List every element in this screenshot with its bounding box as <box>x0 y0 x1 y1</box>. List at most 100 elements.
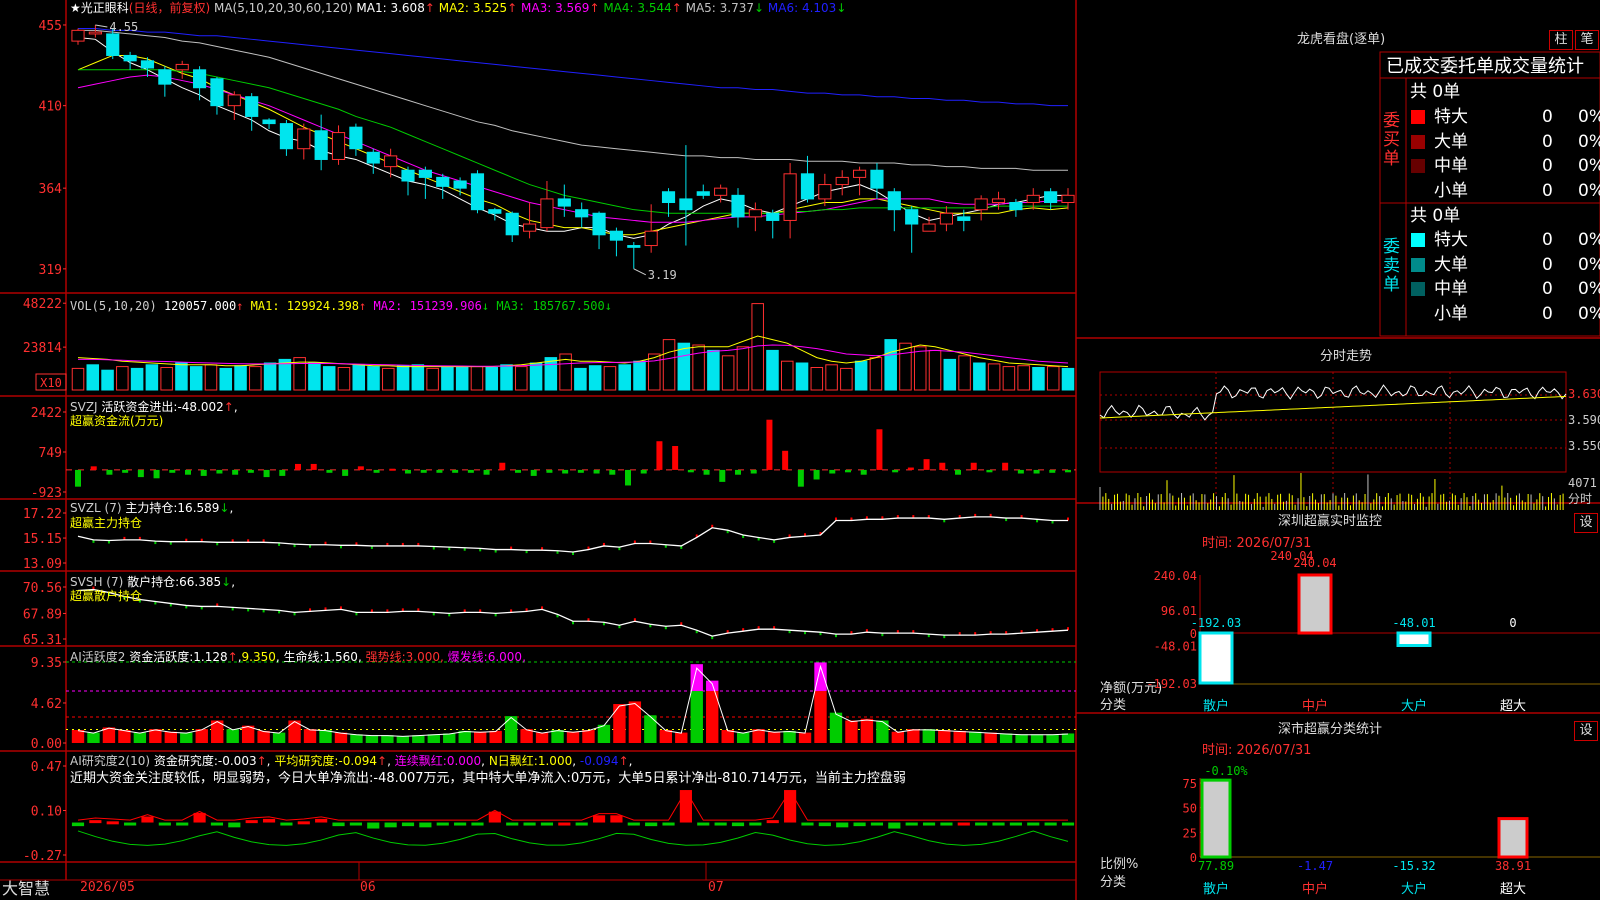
volume-bar[interactable] <box>234 365 247 391</box>
ai1-bar[interactable] <box>133 732 147 743</box>
ai2-bar[interactable] <box>836 822 849 828</box>
ai2-bar[interactable] <box>1061 822 1075 826</box>
ai1-bar[interactable] <box>87 732 100 743</box>
ai1-bar[interactable] <box>659 730 672 743</box>
volume-bar[interactable] <box>677 342 691 391</box>
volume-bar[interactable] <box>411 364 425 391</box>
svzj-bar[interactable] <box>1049 469 1056 473</box>
ai1-bar[interactable] <box>303 729 317 743</box>
ai2-bar[interactable] <box>575 822 588 826</box>
volume-bar[interactable] <box>101 369 114 391</box>
volume-bar[interactable] <box>441 366 454 391</box>
ai2-bar[interactable] <box>957 822 970 826</box>
ai2-bar[interactable] <box>297 821 310 825</box>
ai1-bar[interactable] <box>860 718 874 743</box>
svzj-bar[interactable] <box>483 469 490 475</box>
volume-bar[interactable] <box>426 367 439 391</box>
volume-bar[interactable] <box>86 364 100 391</box>
ai2-bar[interactable] <box>731 822 745 827</box>
volume-bar[interactable] <box>707 349 720 391</box>
ai2-bar[interactable] <box>610 815 623 823</box>
ai1-bar[interactable] <box>272 732 286 743</box>
volume-bar[interactable] <box>219 367 233 391</box>
volume-bar[interactable] <box>854 360 868 391</box>
volume-bar[interactable] <box>1002 366 1016 391</box>
volume-bar[interactable] <box>367 366 380 391</box>
candle-body[interactable] <box>939 212 953 225</box>
volume-bar[interactable] <box>71 367 85 391</box>
stock-title[interactable]: ★光正眼科 <box>70 1 129 15</box>
candle-body[interactable] <box>905 209 919 225</box>
ai2-bar[interactable] <box>870 822 884 826</box>
ai1-bar[interactable] <box>876 720 889 743</box>
ai1-bar[interactable] <box>180 732 193 743</box>
volume-bar[interactable] <box>736 346 750 391</box>
candle-body[interactable] <box>366 151 380 164</box>
svzj-bar[interactable] <box>515 469 521 473</box>
svzj-bar[interactable] <box>562 469 569 474</box>
svzj-bar[interactable] <box>577 469 584 473</box>
ai2-bar[interactable] <box>766 820 779 824</box>
ai1-bar[interactable] <box>1015 734 1028 743</box>
volume-bar[interactable] <box>1032 367 1045 391</box>
ai1-bar[interactable] <box>582 730 595 743</box>
stats-settings-button[interactable]: 设 <box>1574 721 1598 741</box>
ai2-bar[interactable] <box>818 822 831 827</box>
stats-bar[interactable] <box>1200 778 1232 859</box>
volume-bar[interactable] <box>322 366 336 391</box>
candle-body[interactable] <box>696 191 710 196</box>
candle-body[interactable] <box>661 191 676 204</box>
ai2-bar[interactable] <box>506 822 519 826</box>
candle-body[interactable] <box>210 78 224 107</box>
ai2-bar[interactable] <box>1009 822 1022 826</box>
monitor-bar[interactable] <box>1297 573 1333 635</box>
volume-bar[interactable] <box>766 349 779 391</box>
volume-bar[interactable] <box>958 355 971 391</box>
svzj-bar[interactable] <box>169 469 176 473</box>
svzj-bar[interactable] <box>279 469 286 476</box>
ai1-bar[interactable] <box>829 712 843 743</box>
candle-body[interactable] <box>991 198 1006 204</box>
svzj-bar[interactable] <box>672 446 679 470</box>
volume-bar[interactable] <box>810 367 824 391</box>
svzj-bar[interactable] <box>232 469 239 475</box>
svzj-bar[interactable] <box>436 469 443 473</box>
svzj-bar[interactable] <box>75 469 81 487</box>
candle-body[interactable] <box>557 198 571 207</box>
volume-bar[interactable] <box>337 367 351 391</box>
ai1-bar[interactable] <box>721 730 734 743</box>
svzj-bar[interactable] <box>876 429 883 470</box>
candle-body[interactable] <box>88 31 102 35</box>
candle-body[interactable] <box>175 63 189 71</box>
candle-body[interactable] <box>714 187 728 196</box>
volume-bar[interactable] <box>382 367 395 391</box>
ai1-bar[interactable] <box>891 731 905 743</box>
candle-body[interactable] <box>314 130 328 160</box>
svzj-bar[interactable] <box>200 469 207 476</box>
monitor-settings-button[interactable]: 设 <box>1574 513 1598 533</box>
svzj-bar[interactable] <box>907 467 914 470</box>
ai2-bar[interactable] <box>106 821 119 825</box>
ai1-bar[interactable] <box>118 730 131 743</box>
volume-bar[interactable] <box>1061 367 1075 391</box>
ai1-bar[interactable] <box>350 734 363 743</box>
ai1-bar[interactable] <box>551 730 564 743</box>
ai1-bar[interactable] <box>489 730 502 743</box>
ai2-bar[interactable] <box>332 822 345 827</box>
svzj-bar[interactable] <box>829 469 836 474</box>
svzj-bar[interactable] <box>106 469 113 475</box>
volume-bar[interactable] <box>662 339 676 391</box>
ai2-bar[interactable] <box>89 820 102 824</box>
col-traded[interactable]: 已成交 <box>1386 56 1440 78</box>
volume-bar[interactable] <box>145 364 159 391</box>
svzj-bar[interactable] <box>766 419 773 470</box>
svzj-bar[interactable] <box>137 469 144 478</box>
candle-body[interactable] <box>679 198 693 211</box>
volume-bar[interactable] <box>987 363 1001 391</box>
volume-bar[interactable] <box>633 360 646 391</box>
ai1-bar[interactable] <box>814 691 827 743</box>
volume-bar[interactable] <box>529 362 543 391</box>
candle-body[interactable] <box>974 198 988 211</box>
candle-body[interactable] <box>488 209 502 214</box>
candle-body[interactable] <box>818 184 832 200</box>
